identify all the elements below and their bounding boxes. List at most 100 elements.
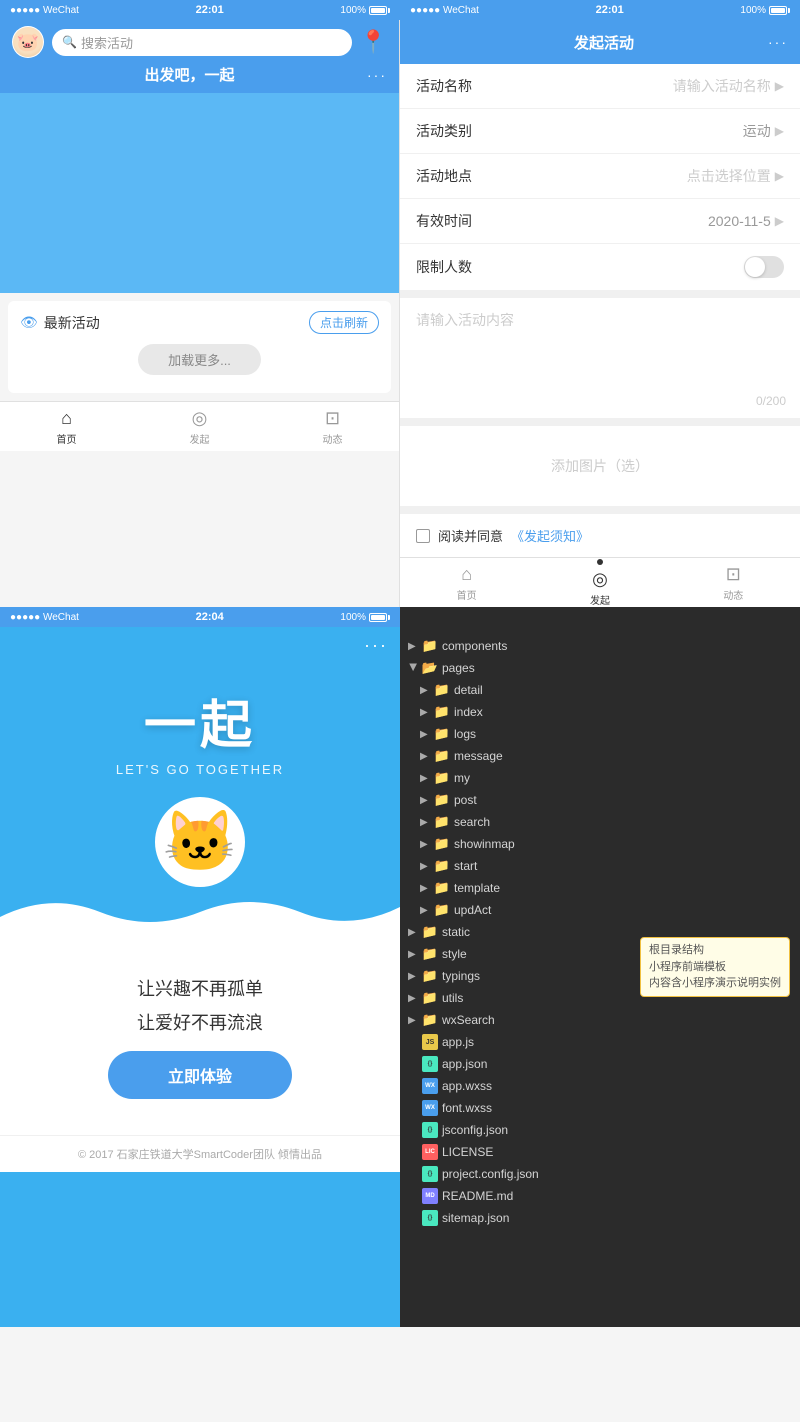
content-placeholder-text: 请输入活动内容 <box>416 312 514 328</box>
tree-item-logs[interactable]: ▶ 📁 logs <box>412 723 800 745</box>
tree-item-appwxss[interactable]: ▶ WX app.wxss <box>400 1075 800 1097</box>
arrow-my: ▶ <box>420 773 430 784</box>
file-icon-jsconfigjson: {} <box>422 1122 438 1138</box>
arrow-pages: ▶ <box>408 663 419 673</box>
tree-label-appjs: app.js <box>442 1035 792 1049</box>
refresh-button[interactable]: 点击刷新 <box>309 311 379 334</box>
status-icons-left: 100% <box>340 5 390 16</box>
form-label-category: 活动类别 <box>416 121 472 141</box>
tree-item-index[interactable]: ▶ 📁 index <box>412 701 800 723</box>
tree-item-wxsearch[interactable]: ▶ 📁 wxSearch <box>400 1009 800 1031</box>
folder-icon-start: 📁 <box>434 858 450 874</box>
arrow-post: ▶ <box>420 795 430 806</box>
tree-item-template[interactable]: ▶ 📁 template <box>412 877 800 899</box>
tree-item-detail[interactable]: ▶ 📁 detail <box>412 679 800 701</box>
agreement-section: 阅读并同意 《发起须知》 <box>400 514 800 557</box>
tree-item-appjson[interactable]: ▶ {} app.json <box>400 1053 800 1075</box>
arrow-search: ▶ <box>420 817 430 828</box>
tree-item-pages[interactable]: ▶ 📂 pages <box>400 657 800 679</box>
load-more-button[interactable]: 加载更多... <box>138 344 261 375</box>
cta-button[interactable]: 立即体验 <box>108 1051 292 1099</box>
nav-item-home[interactable]: ⌂ 首页 <box>0 402 133 451</box>
status-signal-left-2: ●●●●● WeChat <box>10 612 79 623</box>
image-add-section[interactable]: 添加图片（选） <box>400 426 800 506</box>
status-bar-left-2: ●●●●● WeChat 22:04 100% <box>0 607 400 627</box>
right-nav-start[interactable]: ◎ 发起 <box>533 558 666 607</box>
arrow-style: ▶ <box>408 949 418 960</box>
feed-icon: ⊡ <box>325 408 340 429</box>
nav-item-start[interactable]: ◎ 发起 <box>133 402 266 451</box>
form-row-location[interactable]: 活动地点 点击选择位置 ▶ <box>400 154 800 199</box>
form-section-main: 活动名称 请输入活动名称 ▶ 活动类别 运动 ▶ 活动地点 点击选择位置 ▶ <box>400 64 800 290</box>
tree-label-readme: README.md <box>442 1189 792 1203</box>
agreement-checkbox[interactable] <box>416 529 430 543</box>
tree-item-post[interactable]: ▶ 📁 post <box>412 789 800 811</box>
image-add-label: 添加图片（选） <box>551 456 649 476</box>
right-nav-label-home: 首页 <box>457 587 477 602</box>
tree-label-logs: logs <box>454 727 792 741</box>
tree-label-post: post <box>454 793 792 807</box>
tree-item-fontwxss[interactable]: ▶ WX font.wxss <box>400 1097 800 1119</box>
tree-item-search[interactable]: ▶ 📁 search <box>412 811 800 833</box>
arrow-detail: ▶ <box>420 685 430 696</box>
right-header-dots[interactable]: ··· <box>768 34 788 50</box>
folder-icon-index: 📁 <box>434 704 450 720</box>
tree-item-showinmap[interactable]: ▶ 📁 showinmap <box>412 833 800 855</box>
avatar-hero-img: 🐱 <box>155 797 245 887</box>
eye-icon: 👁 <box>20 314 38 331</box>
right-nav-feed[interactable]: ⊡ 动态 <box>667 558 800 607</box>
tree-label-index: index <box>454 705 792 719</box>
wave-area <box>0 887 400 947</box>
tree-item-jsconfigjson[interactable]: ▶ {} jsconfig.json <box>400 1119 800 1141</box>
tree-item-license[interactable]: ▶ LIC LICENSE <box>400 1141 800 1163</box>
location-icon[interactable]: 📍 <box>360 29 387 55</box>
search-bar[interactable]: 🔍 搜索活动 <box>52 29 352 56</box>
chevron-time: ▶ <box>775 214 784 228</box>
arrow-template: ▶ <box>420 883 430 894</box>
avatar-character: 🐱 <box>163 812 238 872</box>
nav-label-start: 发起 <box>190 431 210 446</box>
limit-toggle[interactable] <box>744 256 784 278</box>
battery-right <box>769 6 790 15</box>
tree-item-updact[interactable]: ▶ 📁 updAct <box>412 899 800 921</box>
content-textarea[interactable]: 请输入活动内容 0/200 <box>400 298 800 418</box>
tree-item-message[interactable]: ▶ 📁 message <box>412 745 800 767</box>
right-nav-label-feed: 动态 <box>723 587 743 602</box>
arrow-message: ▶ <box>420 751 430 762</box>
toggle-knob <box>745 257 765 277</box>
tree-item-appjs[interactable]: ▶ JS app.js <box>400 1031 800 1053</box>
tree-label-showinmap: showinmap <box>454 837 792 851</box>
tree-label-appjson: app.json <box>442 1057 792 1071</box>
right-nav-home[interactable]: ⌂ 首页 <box>400 558 533 607</box>
tree-label-message: message <box>454 749 792 763</box>
search-icon: 🔍 <box>62 35 77 49</box>
folder-icon-logs: 📁 <box>434 726 450 742</box>
hero-sub-text: LET'S GO TOGETHER <box>16 762 384 777</box>
tree-item-readme[interactable]: ▶ MD README.md <box>400 1185 800 1207</box>
form-row-name[interactable]: 活动名称 请输入活动名称 ▶ <box>400 64 800 109</box>
search-placeholder-text: 搜索活动 <box>81 33 133 52</box>
tree-item-start[interactable]: ▶ 📁 start <box>412 855 800 877</box>
folder-icon-message: 📁 <box>434 748 450 764</box>
nav-item-feed[interactable]: ⊡ 动态 <box>266 402 399 451</box>
form-label-name: 活动名称 <box>416 76 472 96</box>
tree-label-sitemap: sitemap.json <box>442 1211 792 1225</box>
right-bottom-wrapper: ▶ 📁 components ▶ 📂 pages ▶ 📁 detail <box>400 627 800 1327</box>
menu-dots[interactable]: ··· <box>364 635 388 656</box>
hero-text-section: 一起 LET'S GO TOGETHER <box>0 663 400 787</box>
tree-item-projectconfigjson[interactable]: ▶ {} project.config.json <box>400 1163 800 1185</box>
status-signal-right: ●●●●● WeChat <box>410 5 479 16</box>
tree-label-template: template <box>454 881 792 895</box>
left-header-dots[interactable]: ··· <box>367 67 387 83</box>
form-row-category[interactable]: 活动类别 运动 ▶ <box>400 109 800 154</box>
tree-item-sitemapjson[interactable]: ▶ {} sitemap.json <box>400 1207 800 1229</box>
agreement-link[interactable]: 《发起须知》 <box>511 526 589 545</box>
tree-item-my[interactable]: ▶ 📁 my <box>412 767 800 789</box>
form-value-location: 点击选择位置 ▶ <box>687 166 784 186</box>
callout-line1: 根目录结构 <box>649 942 781 959</box>
arrow-wxsearch: ▶ <box>408 1015 418 1026</box>
file-icon-readme: MD <box>422 1188 438 1204</box>
arrow-index: ▶ <box>420 707 430 718</box>
form-row-time[interactable]: 有效时间 2020-11-5 ▶ <box>400 199 800 244</box>
tree-item-components[interactable]: ▶ 📁 components <box>400 635 800 657</box>
